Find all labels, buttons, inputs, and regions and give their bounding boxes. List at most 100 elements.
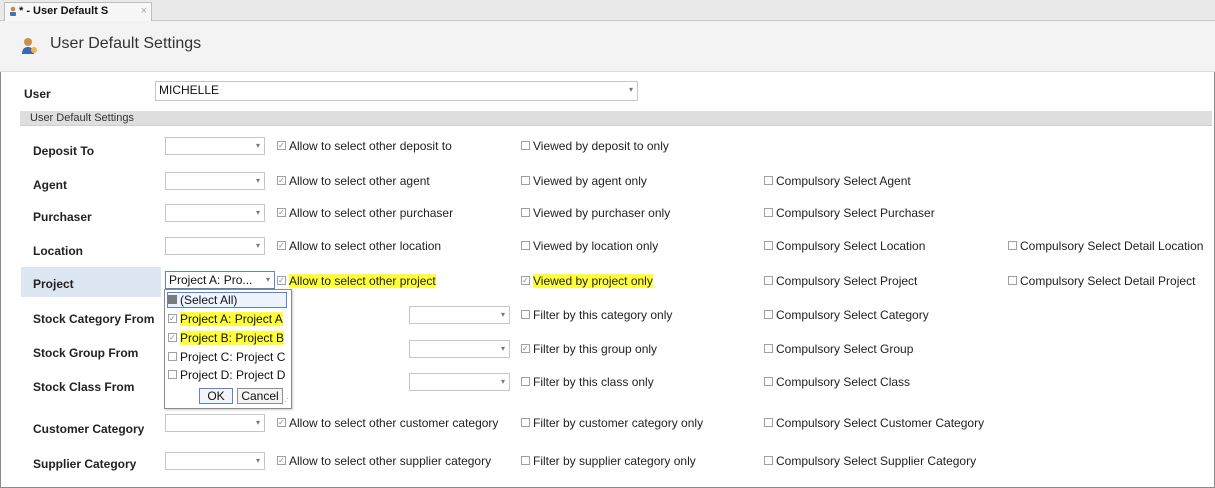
row-label-project: Project <box>33 277 74 291</box>
compulsory-class-checkbox[interactable]: Compulsory Select Class <box>764 375 910 389</box>
filter-by-category-checkbox[interactable]: Filter by this category only <box>521 308 672 322</box>
tab-title: * - User Default S <box>19 5 109 17</box>
checkbox-box <box>277 416 286 430</box>
compulsory-detail-location-checkbox[interactable]: Compulsory Select Detail Location <box>1008 239 1203 253</box>
checkbox-box <box>168 352 177 362</box>
checkbox-box <box>168 295 177 305</box>
row-label-stock-category: Stock Category From <box>33 312 155 326</box>
row-label-supplier-category: Supplier Category <box>33 457 137 471</box>
user-value: MICHELLE <box>159 83 220 97</box>
checkbox-box <box>168 312 177 326</box>
resize-grip-icon[interactable]: ⋰ <box>281 397 289 406</box>
dropdown-project-c[interactable]: Project C: Project C <box>168 350 285 364</box>
row-label-purchaser: Purchaser <box>33 210 92 224</box>
chevron-down-icon: ▾ <box>500 377 505 386</box>
user-select[interactable]: MICHELLE ▾ <box>155 81 638 101</box>
compulsory-group-checkbox[interactable]: Compulsory Select Group <box>764 342 913 356</box>
dropdown-select-all[interactable]: (Select All) <box>167 292 287 308</box>
allow-other-supplier-category-checkbox[interactable]: Allow to select other supplier category <box>277 454 491 468</box>
checkbox-box <box>764 344 773 354</box>
chevron-down-icon: ▾ <box>255 241 260 250</box>
dropdown-project-b[interactable]: Project B: Project B <box>168 331 285 345</box>
checkbox-box <box>521 377 530 387</box>
close-icon[interactable]: × <box>141 3 147 20</box>
checkbox-box <box>521 208 530 218</box>
agent-select[interactable]: ▾ <box>165 172 265 190</box>
page-title: User Default Settings <box>50 35 202 52</box>
checkbox-box <box>168 331 177 345</box>
filter-by-class-checkbox[interactable]: Filter by this class only <box>521 375 654 389</box>
supplier-category-select[interactable]: ▾ <box>165 452 265 470</box>
user-label: User <box>24 87 51 101</box>
group-title: User Default Settings <box>30 112 134 124</box>
viewed-by-location-checkbox[interactable]: Viewed by location only <box>521 239 658 253</box>
cancel-button[interactable]: Cancel <box>237 388 283 404</box>
compulsory-project-checkbox[interactable]: Compulsory Select Project <box>764 274 917 288</box>
checkbox-box <box>764 310 773 320</box>
checkbox-box <box>521 456 530 466</box>
tab-user-default-settings[interactable]: * - User Default S × <box>4 2 152 21</box>
dropdown-project-a[interactable]: Project A: Project A <box>168 312 283 326</box>
checkbox-box <box>764 208 773 218</box>
allow-other-deposit-checkbox[interactable]: Allow to select other deposit to <box>277 139 452 153</box>
checkbox-box <box>277 274 286 288</box>
row-label-stock-class: Stock Class From <box>33 380 135 394</box>
viewed-by-agent-checkbox[interactable]: Viewed by agent only <box>521 174 647 188</box>
deposit-to-select[interactable]: ▾ <box>165 137 265 155</box>
allow-other-project-checkbox[interactable]: Allow to select other project <box>277 274 436 288</box>
stock-class-to-select[interactable]: ▾ <box>409 373 510 391</box>
checkbox-box <box>764 456 773 466</box>
checkbox-box <box>521 418 530 428</box>
compulsory-category-checkbox[interactable]: Compulsory Select Category <box>764 308 929 322</box>
row-label-customer-category: Customer Category <box>33 422 145 436</box>
checkbox-box <box>1008 276 1017 286</box>
compulsory-agent-checkbox[interactable]: Compulsory Select Agent <box>764 174 911 188</box>
group-header: User Default Settings <box>20 111 1212 126</box>
viewed-by-purchaser-checkbox[interactable]: Viewed by purchaser only <box>521 206 670 220</box>
checkbox-box <box>521 176 530 186</box>
compulsory-purchaser-checkbox[interactable]: Compulsory Select Purchaser <box>764 206 935 220</box>
compulsory-customer-category-checkbox[interactable]: Compulsory Select Customer Category <box>764 416 984 430</box>
chevron-down-icon: ▾ <box>500 310 505 319</box>
checkbox-box <box>764 276 773 286</box>
checkbox-box <box>277 174 286 188</box>
checkbox-box <box>521 274 530 288</box>
location-select[interactable]: ▾ <box>165 237 265 255</box>
compulsory-supplier-category-checkbox[interactable]: Compulsory Select Supplier Category <box>764 454 976 468</box>
checkbox-box <box>521 141 530 151</box>
checkbox-box <box>764 176 773 186</box>
allow-other-location-checkbox[interactable]: Allow to select other location <box>277 239 441 253</box>
stock-group-to-select[interactable]: ▾ <box>409 340 510 358</box>
user-settings-icon <box>22 38 37 54</box>
purchaser-select[interactable]: ▾ <box>165 204 265 222</box>
compulsory-detail-project-checkbox[interactable]: Compulsory Select Detail Project <box>1008 274 1195 288</box>
viewed-by-project-checkbox[interactable]: Viewed by project only <box>521 274 653 288</box>
checkbox-box <box>764 418 773 428</box>
chevron-down-icon: ▾ <box>500 344 505 353</box>
project-select[interactable]: Project A: Pro... ▾ <box>165 271 275 289</box>
chevron-down-icon: ▾ <box>255 456 260 465</box>
dropdown-project-d[interactable]: Project D: Project D <box>168 368 285 382</box>
viewed-by-deposit-checkbox[interactable]: Viewed by deposit to only <box>521 139 669 153</box>
filter-by-supplier-category-checkbox[interactable]: Filter by supplier category only <box>521 454 696 468</box>
ok-button[interactable]: OK <box>199 388 233 404</box>
checkbox-box <box>277 139 286 153</box>
allow-other-customer-category-checkbox[interactable]: Allow to select other customer category <box>277 416 498 430</box>
customer-category-select[interactable]: ▾ <box>165 414 265 432</box>
page-header: User Default Settings <box>0 21 1215 72</box>
chevron-down-icon: ▾ <box>255 141 260 150</box>
allow-other-agent-checkbox[interactable]: Allow to select other agent <box>277 174 430 188</box>
checkbox-box <box>1008 241 1017 251</box>
filter-by-group-checkbox[interactable]: Filter by this group only <box>521 342 657 356</box>
checkbox-box <box>521 342 530 356</box>
project-dropdown: (Select All) Project A: Project A Projec… <box>164 289 292 409</box>
checkbox-box <box>521 310 530 320</box>
stock-category-to-select[interactable]: ▾ <box>409 306 510 324</box>
compulsory-location-checkbox[interactable]: Compulsory Select Location <box>764 239 925 253</box>
chevron-down-icon: ▾ <box>265 275 270 284</box>
checkbox-box <box>277 239 286 253</box>
checkbox-box <box>277 206 286 220</box>
allow-other-purchaser-checkbox[interactable]: Allow to select other purchaser <box>277 206 453 220</box>
filter-by-customer-category-checkbox[interactable]: Filter by customer category only <box>521 416 703 430</box>
chevron-down-icon: ▾ <box>255 176 260 185</box>
